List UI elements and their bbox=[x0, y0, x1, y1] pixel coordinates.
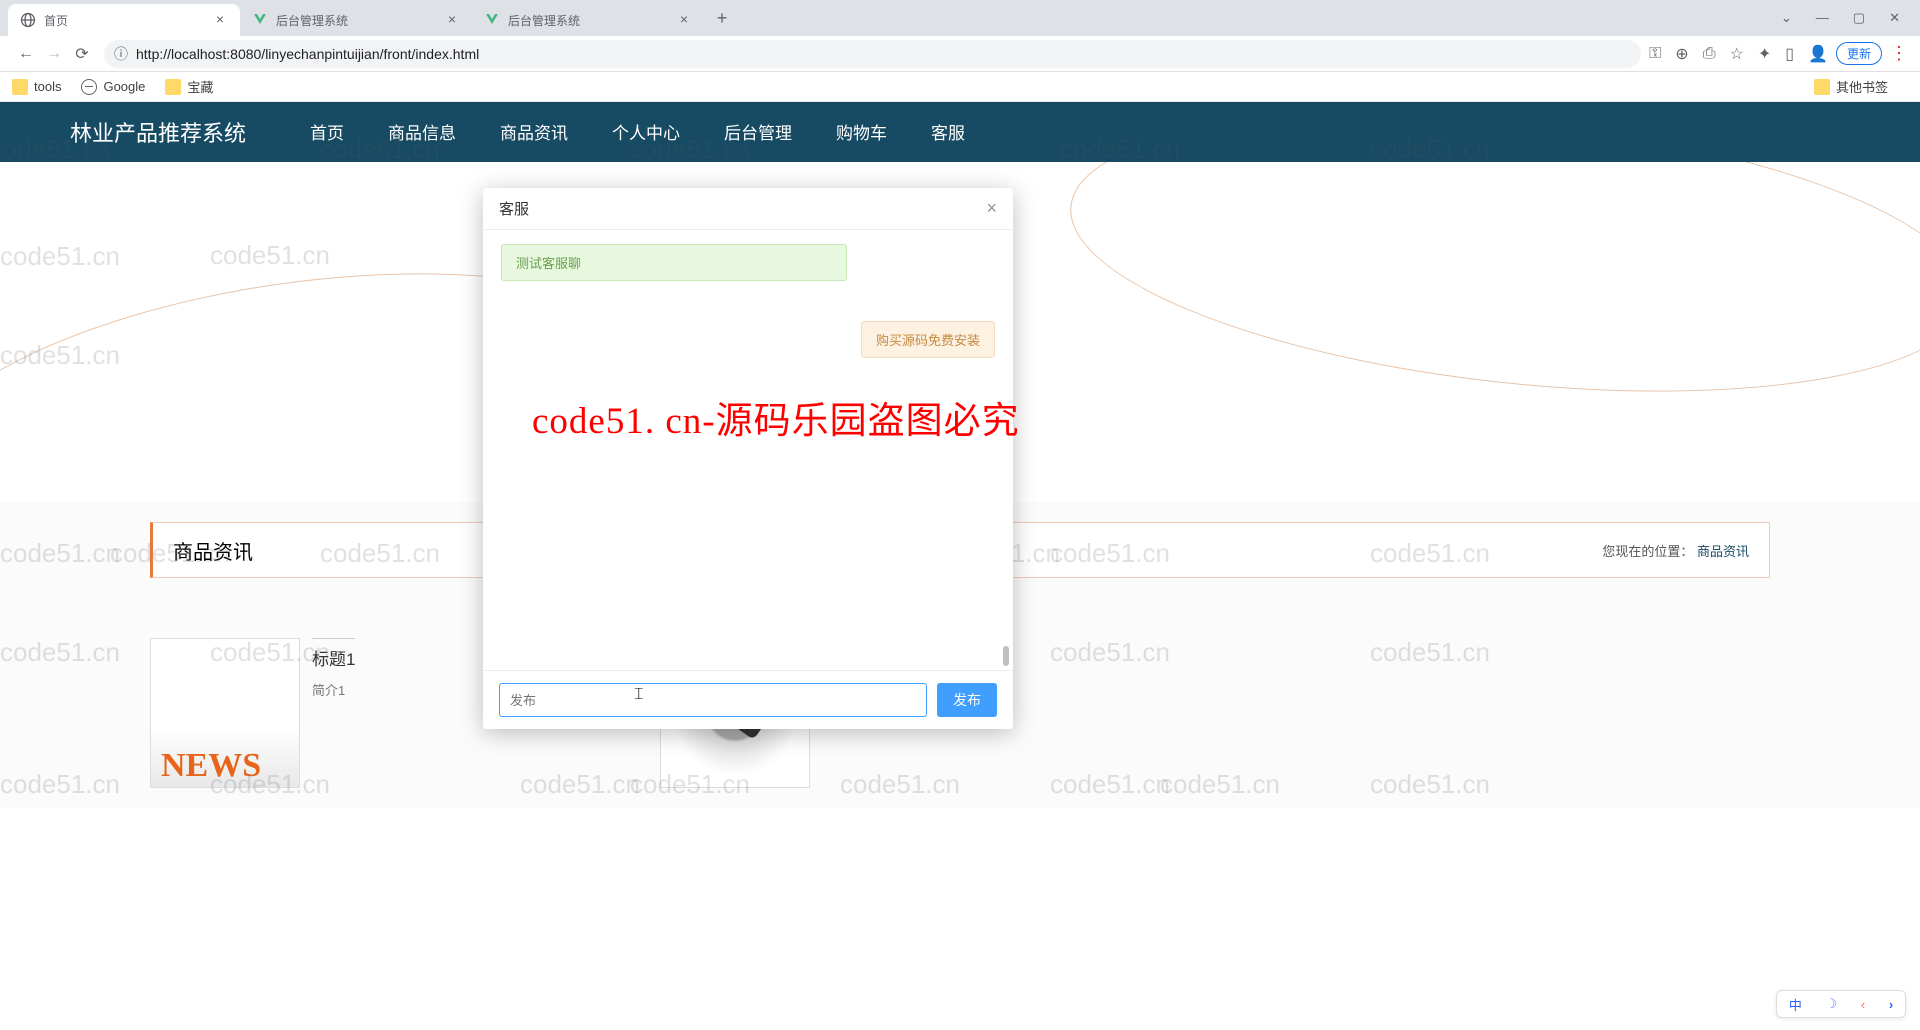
site-brand: 林业产品推荐系统 bbox=[70, 116, 246, 148]
folder-icon bbox=[1814, 79, 1830, 95]
extension-icon[interactable]: ✦ bbox=[1758, 44, 1771, 64]
nav-support[interactable]: 客服 bbox=[927, 101, 969, 164]
vue-icon bbox=[252, 12, 268, 28]
panel-icon[interactable]: ▯ bbox=[1785, 44, 1794, 64]
modal-header: 客服 × bbox=[483, 188, 1013, 230]
url-text: http://localhost:8080/linyechanpintuijia… bbox=[136, 46, 479, 62]
globe-icon bbox=[81, 79, 97, 95]
tab-title: 后台管理系统 bbox=[508, 12, 672, 29]
chat-message-right: 购买源码免费安装 bbox=[861, 321, 995, 358]
folder-icon bbox=[165, 79, 181, 95]
caret-left-icon[interactable]: ‹ bbox=[1861, 997, 1865, 1012]
vue-icon bbox=[484, 12, 500, 28]
bookmarks-bar: tools Google 宝藏 其他书签 bbox=[0, 72, 1920, 102]
url-input[interactable]: ⓘ http://localhost:8080/linyechanpintuij… bbox=[104, 40, 1641, 68]
bookmark-tools[interactable]: tools bbox=[12, 79, 61, 95]
news-title: 标题1 bbox=[312, 645, 355, 670]
support-modal: 客服 × 测试客服聊 购买源码免费安装 发布 bbox=[483, 188, 1013, 729]
reload-button[interactable]: ⟳ bbox=[68, 40, 96, 68]
profile-icon[interactable]: 👤 bbox=[1808, 44, 1828, 64]
text-cursor-icon: ⌶ bbox=[634, 686, 644, 704]
toolbar-icons: ⚿ ⊕ ⎙ ☆ ✦ ▯ 👤 bbox=[1649, 44, 1828, 64]
star-icon[interactable]: ☆ bbox=[1730, 44, 1744, 64]
nav-home[interactable]: 首页 bbox=[306, 101, 348, 164]
ime-toolbar[interactable]: 中 ☽ ‹ › bbox=[1776, 990, 1906, 1018]
forward-button[interactable]: → bbox=[40, 40, 68, 68]
close-icon[interactable]: × bbox=[676, 12, 692, 28]
close-icon[interactable]: × bbox=[212, 12, 228, 28]
minimize-icon[interactable]: — bbox=[1816, 10, 1829, 26]
tab-title: 后台管理系统 bbox=[276, 12, 440, 29]
key-icon[interactable]: ⚿ bbox=[1649, 45, 1661, 63]
nav-cart[interactable]: 购物车 bbox=[832, 101, 891, 164]
back-button[interactable]: ← bbox=[12, 40, 40, 68]
browser-tab-0[interactable]: 首页 × bbox=[8, 4, 240, 36]
chat-message-left: 测试客服聊 bbox=[501, 244, 847, 281]
nav-links: 首页 商品信息 商品资讯 个人中心 后台管理 购物车 客服 bbox=[306, 101, 969, 164]
chevron-down-icon[interactable]: ⌄ bbox=[1781, 10, 1792, 26]
modal-footer: 发布 bbox=[483, 670, 1013, 729]
bookmark-google[interactable]: Google bbox=[81, 79, 145, 95]
globe-icon bbox=[20, 12, 36, 28]
close-icon[interactable]: × bbox=[986, 198, 997, 219]
nav-news[interactable]: 商品资讯 bbox=[496, 101, 572, 164]
bookmark-treasure[interactable]: 宝藏 bbox=[165, 77, 213, 96]
folder-icon bbox=[12, 79, 28, 95]
modal-body: 测试客服聊 购买源码免费安装 bbox=[483, 230, 1013, 670]
new-tab-button[interactable]: + bbox=[708, 4, 736, 32]
search-icon[interactable]: ⊕ bbox=[1675, 44, 1688, 64]
close-window-icon[interactable]: ✕ bbox=[1889, 10, 1900, 26]
info-icon: ⓘ bbox=[114, 44, 128, 64]
breadcrumb-link[interactable]: 商品资讯 bbox=[1697, 544, 1749, 559]
nav-admin[interactable]: 后台管理 bbox=[720, 101, 796, 164]
browser-tab-1[interactable]: 后台管理系统 × bbox=[240, 4, 472, 36]
tab-title: 首页 bbox=[44, 12, 208, 29]
moon-icon[interactable]: ☽ bbox=[1826, 996, 1838, 1012]
browser-tab-bar: 首页 × 后台管理系统 × 后台管理系统 × + ⌄ — ▢ ✕ bbox=[0, 0, 1920, 36]
news-thumbnail bbox=[150, 638, 300, 788]
news-info: 标题1 简介1 bbox=[312, 638, 355, 788]
nav-products[interactable]: 商品信息 bbox=[384, 101, 460, 164]
browser-tab-2[interactable]: 后台管理系统 × bbox=[472, 4, 704, 36]
modal-title: 客服 bbox=[499, 198, 986, 219]
bookmark-other[interactable]: 其他书签 bbox=[1814, 77, 1888, 96]
maximize-icon[interactable]: ▢ bbox=[1853, 10, 1865, 26]
window-controls: ⌄ — ▢ ✕ bbox=[1781, 10, 1912, 26]
scrollbar[interactable] bbox=[1003, 230, 1009, 670]
send-button[interactable]: 发布 bbox=[937, 683, 997, 717]
chat-input[interactable] bbox=[499, 683, 927, 717]
menu-icon[interactable]: ⋮ bbox=[1890, 43, 1908, 64]
close-icon[interactable]: × bbox=[444, 12, 460, 28]
update-button[interactable]: 更新 bbox=[1836, 42, 1882, 65]
site-navigation: 林业产品推荐系统 首页 商品信息 商品资讯 个人中心 后台管理 购物车 客服 bbox=[0, 102, 1920, 162]
ime-language[interactable]: 中 bbox=[1789, 995, 1802, 1014]
nav-profile[interactable]: 个人中心 bbox=[608, 101, 684, 164]
address-bar: ← → ⟳ ⓘ http://localhost:8080/linyechanp… bbox=[0, 36, 1920, 72]
news-summary: 简介1 bbox=[312, 680, 355, 699]
caret-right-icon[interactable]: › bbox=[1889, 997, 1893, 1012]
breadcrumb: 您现在的位置： 商品资讯 bbox=[1602, 541, 1749, 560]
translate-icon[interactable]: ⎙ bbox=[1703, 45, 1716, 63]
